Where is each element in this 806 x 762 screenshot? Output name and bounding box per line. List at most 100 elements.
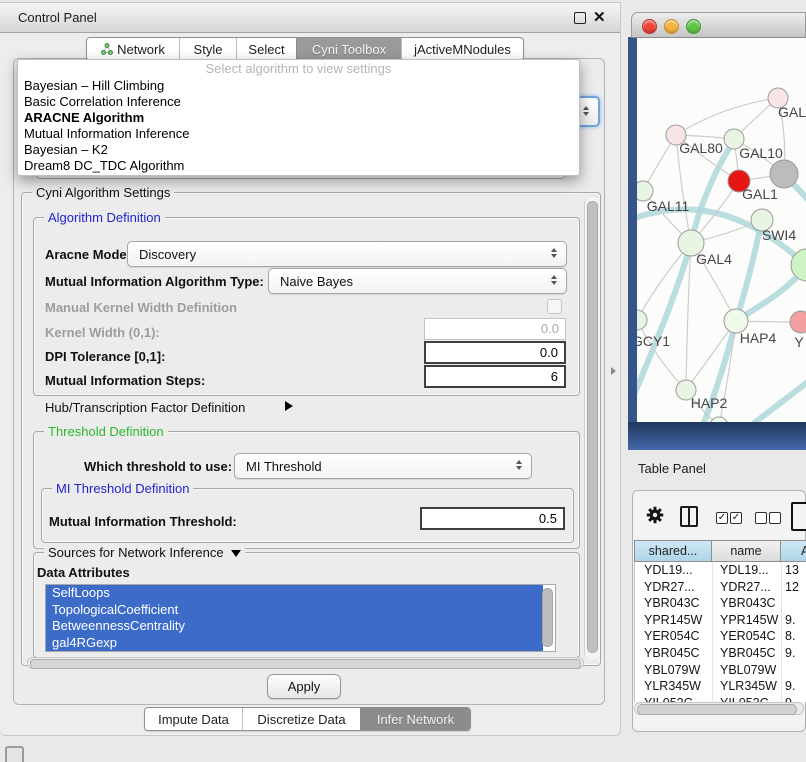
table-cell: YBL079W (644, 662, 700, 679)
table-row[interactable]: YIL052CYIL052C9. (635, 695, 806, 702)
column-layout-icon[interactable] (680, 506, 698, 527)
checked-box-icon[interactable]: ✓ (716, 512, 728, 524)
tab-label: Impute Data (158, 712, 229, 727)
kernel-width-field[interactable]: 0.0 (424, 318, 566, 340)
table-panel-title: Table Panel (638, 461, 706, 476)
table-row[interactable]: YLR345WYLR345W9. (635, 678, 806, 695)
close-icon[interactable]: ✕ (593, 9, 606, 27)
scrollbar-thumb[interactable] (30, 659, 581, 669)
table-row[interactable]: YBL079WYBL079W (635, 662, 806, 679)
network-edge[interactable] (745, 378, 806, 422)
algorithm-option-bayesian-hill-climbing[interactable]: Bayesian – Hill Climbing (18, 78, 579, 94)
mi-algorithm-type-combo[interactable]: Naive Bayes (268, 268, 567, 294)
list-scrollbar-thumb[interactable] (542, 588, 553, 647)
dpi-tolerance-field[interactable]: 0.0 (424, 341, 566, 364)
table-row[interactable]: YBR043CYBR043C (635, 595, 806, 612)
node-label-gcy1: GCY1 (637, 333, 670, 349)
attribute-items: SelfLoopsTopologicalCoefficientBetweenne… (46, 585, 555, 651)
aracne-mode-combo[interactable]: Discovery (127, 241, 567, 267)
table-row[interactable]: YDR27...YDR27...12 (635, 579, 806, 596)
algorithm-option-bayesian-k2[interactable]: Bayesian – K2 (18, 142, 579, 158)
algorithm-option-aracne-algorithm[interactable]: ARACNE Algorithm (18, 110, 579, 126)
network-edge[interactable] (676, 98, 778, 135)
gear-icon[interactable] (644, 504, 666, 526)
network-node-salmon-node[interactable] (790, 311, 806, 333)
algorithm-popup-hint: Select algorithm to view settings (18, 60, 579, 78)
network-node-gray-node[interactable] (770, 160, 798, 188)
tab-jactivemnodules[interactable]: jActiveMNodules (401, 38, 523, 60)
table-row[interactable]: YBR045CYBR045C9. (635, 645, 806, 662)
table-cell: 9. (785, 678, 795, 695)
table-cell: YPR145W (720, 612, 778, 629)
tab-network[interactable]: Network (87, 38, 179, 60)
close-traffic-light-icon[interactable] (642, 19, 657, 34)
algorithm-option-mutual-information-inference[interactable]: Mutual Information Inference (18, 126, 579, 142)
column-header-partial[interactable]: A (780, 540, 806, 562)
expand-right-icon[interactable] (285, 401, 293, 411)
collapsed-panel-icon[interactable] (5, 746, 24, 762)
table-cell: 9. (785, 645, 795, 662)
table-cell: YBR043C (720, 595, 776, 612)
table-row[interactable]: YER054CYER054C8. (635, 628, 806, 645)
table-cell: YER054C (720, 628, 776, 645)
tab-impute-data[interactable]: Impute Data (145, 708, 242, 730)
column-header-shared[interactable]: shared... (634, 540, 712, 562)
algorithm-option-dream8-dc-tdc-algorithm[interactable]: Dream8 DC_TDC Algorithm (18, 158, 579, 174)
column-header-name[interactable]: name (711, 540, 781, 562)
collapse-down-icon[interactable] (231, 550, 241, 557)
minimize-traffic-light-icon[interactable] (664, 19, 679, 34)
tab-select[interactable]: Select (236, 38, 296, 60)
mi-threshold-value: 0.5 (539, 511, 557, 526)
scrollbar-thumb[interactable] (587, 201, 598, 653)
control-panel-titlebar: Control Panel ✕ (0, 2, 620, 33)
data-attributes-list[interactable]: SelfLoopsTopologicalCoefficientBetweenne… (45, 584, 556, 652)
panel-splitter-arrow-icon[interactable] (611, 367, 616, 375)
group-title: MI Threshold Definition (52, 481, 193, 496)
hub-definition-label[interactable]: Hub/Transcription Factor Definition (45, 400, 245, 415)
attribute-item-topologicalcoefficient[interactable]: TopologicalCoefficient (46, 602, 543, 619)
attribute-item-gal4rgexp[interactable]: gal4RGexp (46, 635, 543, 652)
apply-button[interactable]: Apply (267, 674, 341, 699)
tab-cyni-toolbox[interactable]: Cyni Toolbox (296, 38, 401, 60)
table-rows: YDL19...YDL19...13YDR27...YDR27...12YBR0… (634, 562, 806, 702)
unchecked-box-icon[interactable] (769, 512, 781, 524)
tab-discretize-data[interactable]: Discretize Data (242, 708, 360, 730)
control-panel-tabs: NetworkStyle Select Cyni ToolboxjActiveMNo… (86, 37, 524, 61)
mi-threshold-field[interactable]: 0.5 (420, 507, 565, 530)
table-cell: 8. (785, 628, 795, 645)
settings-scrollbar[interactable] (584, 197, 599, 660)
network-canvas[interactable]: GALGAL80GAL10GAL1GAL11SWI4GAL4GCY1HAP4YH… (637, 38, 806, 422)
network-icon (101, 43, 113, 55)
manual-kernel-checkbox[interactable] (547, 299, 562, 314)
network-node-gcy1[interactable] (637, 310, 647, 330)
page-icon[interactable] (791, 502, 806, 531)
checked-box-icon[interactable]: ✓ (730, 512, 742, 524)
network-window-frame-bottom (628, 422, 806, 450)
network-edge[interactable] (637, 243, 691, 320)
algorithm-option-basic-correlation-inference[interactable]: Basic Correlation Inference (18, 94, 579, 110)
horizontal-scrollbar[interactable] (27, 657, 584, 669)
aracne-mode-value: Discovery (139, 242, 196, 266)
unchecked-box-icon[interactable] (755, 512, 767, 524)
attribute-item-betweennesscentrality[interactable]: BetweennessCentrality (46, 618, 543, 635)
network-window-titlebar[interactable] (631, 12, 806, 38)
table-row[interactable]: YPR145WYPR145W9. (635, 612, 806, 629)
network-node-bottom-partial[interactable] (710, 417, 728, 422)
zoom-traffic-light-icon[interactable] (686, 19, 701, 34)
tab-style[interactable]: Style (179, 38, 236, 60)
float-window-icon[interactable] (574, 12, 586, 24)
network-edge[interactable] (691, 141, 734, 243)
which-threshold-combo[interactable]: MI Threshold (234, 453, 532, 479)
mi-steps-value: 6 (551, 369, 558, 384)
group-title: Cyni Algorithm Settings (32, 185, 174, 200)
mi-steps-field[interactable]: 6 (424, 365, 566, 388)
attribute-item-selfloops[interactable]: SelfLoops (46, 585, 543, 602)
tab-infer-network[interactable]: Infer Network (360, 708, 470, 730)
tab-label: Select (248, 42, 284, 57)
table-horizontal-scrollbar[interactable] (634, 702, 804, 715)
table-cell: YDR27... (720, 579, 771, 596)
algorithm-dropdown-popup: Select algorithm to view settings Bayesi… (17, 59, 580, 176)
scrollbar-thumb[interactable] (637, 704, 797, 715)
dpi-tolerance-label: DPI Tolerance [0,1]: (45, 349, 165, 364)
table-row[interactable]: YDL19...YDL19...13 (635, 562, 806, 579)
